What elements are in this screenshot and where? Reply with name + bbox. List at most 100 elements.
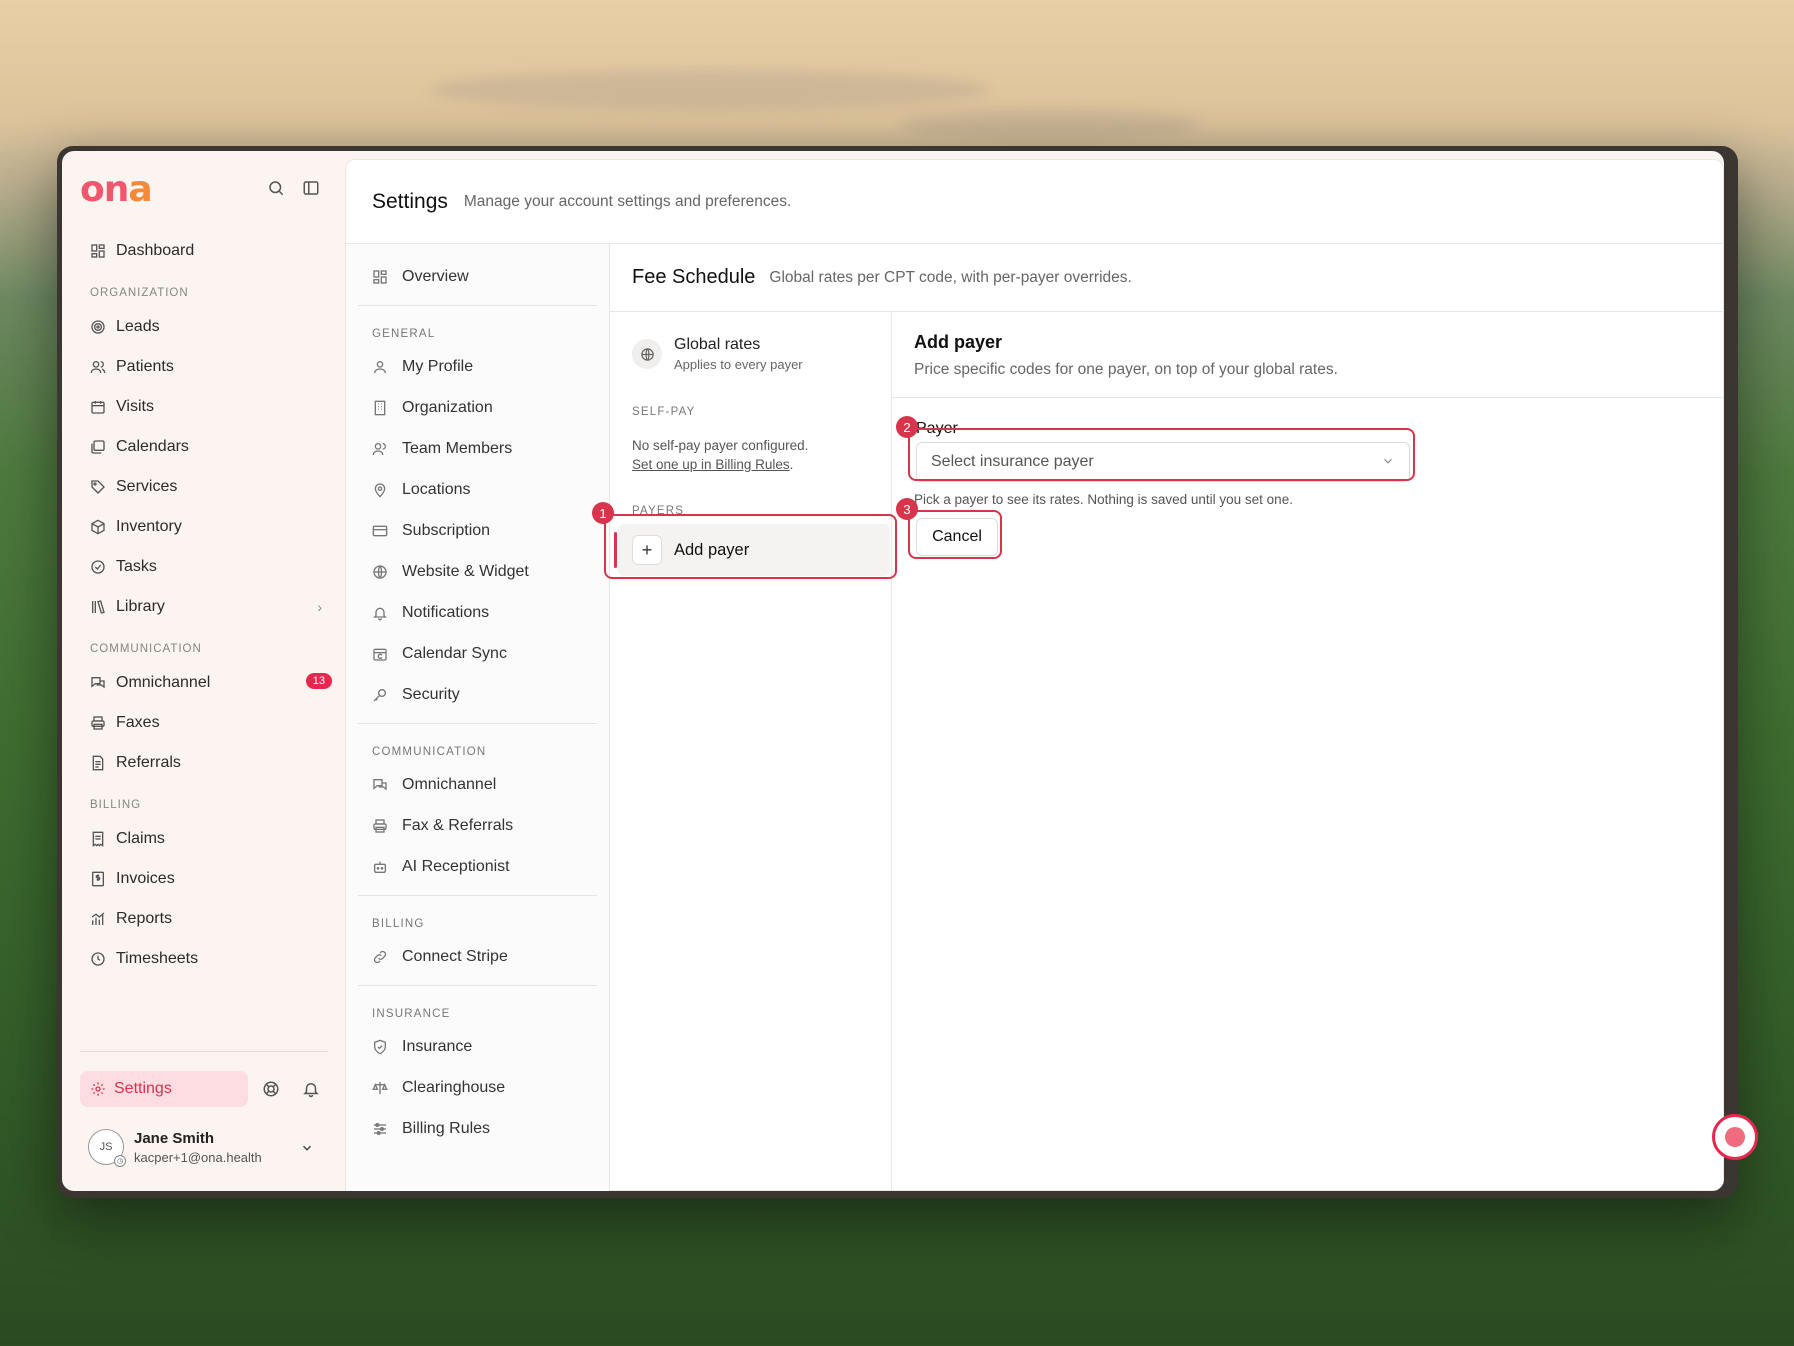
settings-nav-website-widget[interactable]: Website & Widget (346, 551, 609, 592)
sidebar-item-invoices[interactable]: Invoices (72, 859, 334, 899)
bell-icon[interactable] (302, 1080, 322, 1100)
global-rates-subtitle: Applies to every payer (674, 357, 803, 372)
sidebar-item-claims[interactable]: Claims (72, 819, 334, 859)
invoice-icon (90, 871, 106, 887)
sidebar-item-referrals[interactable]: Referrals (72, 743, 334, 783)
dashboard-icon (90, 243, 106, 259)
sliders-icon (372, 1121, 388, 1137)
cancel-button[interactable]: Cancel (916, 518, 998, 556)
payers-column: Global rates Applies to every payer SELF… (610, 312, 892, 1191)
search-icon[interactable] (267, 179, 287, 199)
sidebar-item-tasks[interactable]: Tasks (72, 547, 334, 587)
settings-nav-label: Fax & Referrals (402, 816, 514, 834)
building-icon (372, 400, 388, 416)
payer-select-placeholder: Select insurance payer (931, 453, 1094, 470)
calendar-icon (90, 399, 106, 415)
sidebar-item-label: Omnichannel (116, 674, 211, 691)
sidebar-item-label: Faxes (116, 714, 160, 731)
divider (80, 1051, 328, 1052)
sidebar-item-faxes[interactable]: Faxes (72, 703, 334, 743)
chat-icon (372, 777, 388, 793)
help-buoy-icon[interactable] (262, 1080, 282, 1100)
cloud (430, 70, 990, 110)
settings-nav-connect-stripe[interactable]: Connect Stripe (346, 936, 609, 977)
divider (358, 723, 597, 724)
settings-nav-notifications[interactable]: Notifications (346, 592, 609, 633)
global-rates-title: Global rates (674, 336, 761, 353)
sidebar-item-leads[interactable]: Leads (72, 307, 334, 347)
settings-nav-calendar-sync[interactable]: Calendar Sync (346, 633, 609, 674)
avatar: JS ◷ (88, 1129, 126, 1167)
settings-nav-label: Team Members (402, 439, 513, 457)
globe-icon (632, 339, 662, 369)
add-payer-header: Add payer Price specific codes for one p… (892, 312, 1724, 398)
main-nav: Dashboard ORGANIZATION Leads Patients Vi… (72, 231, 334, 979)
add-payer-detail: Add payer Price specific codes for one p… (892, 312, 1724, 1191)
global-rates-item[interactable]: Global rates Applies to every payer (632, 336, 803, 372)
settings-nav-label: Calendar Sync (402, 644, 507, 662)
plus-icon: + (632, 535, 662, 565)
settings-nav-organization[interactable]: Organization (346, 387, 609, 428)
sidebar-item-reports[interactable]: Reports (72, 899, 334, 939)
payer-select[interactable]: Select insurance payer (916, 442, 1410, 482)
sidebar-item-patients[interactable]: Patients (72, 347, 334, 387)
settings-nav-billing-rules[interactable]: Billing Rules (346, 1108, 609, 1149)
settings-section-title: GENERAL (372, 328, 436, 340)
sidebar-item-dashboard[interactable]: Dashboard (72, 231, 334, 271)
calendars-icon (90, 439, 106, 455)
tag-icon (90, 479, 106, 495)
gear-icon (90, 1081, 106, 1097)
sidebar-section-title: COMMUNICATION (90, 643, 202, 655)
self-pay-message: No self-pay payer configured. Set one up… (632, 436, 808, 474)
sidebar-item-library[interactable]: Library › (72, 587, 334, 627)
sidebar-item-settings[interactable]: Settings (80, 1071, 248, 1107)
billing-rules-link[interactable]: Set one up in Billing Rules (632, 457, 790, 472)
settings-nav-security[interactable]: Security (346, 674, 609, 715)
divider (358, 305, 597, 306)
chevron-down-icon[interactable] (300, 1141, 314, 1155)
users-icon (90, 359, 106, 375)
settings-nav-label: Organization (402, 398, 493, 416)
bot-icon (372, 859, 388, 875)
settings-nav-team-members[interactable]: Team Members (346, 428, 609, 469)
settings-nav-label: Insurance (402, 1037, 473, 1055)
app-window: ona Dashboard ORGANIZATION Leads Patient… (62, 151, 1724, 1191)
sidebar-item-omnichannel[interactable]: Omnichannel 13 (72, 663, 334, 703)
sidebar-item-timesheets[interactable]: Timesheets (72, 939, 334, 979)
settings-nav-subscription[interactable]: Subscription (346, 510, 609, 551)
payers-section-title: PAYERS (632, 505, 685, 517)
sidebar-item-label: Inventory (116, 518, 182, 535)
receipt-icon (90, 831, 106, 847)
printer-icon (90, 715, 106, 731)
sidebar-item-visits[interactable]: Visits (72, 387, 334, 427)
sidebar-section-title: ORGANIZATION (90, 287, 189, 299)
settings-nav-label: Locations (402, 480, 471, 498)
main-panel: Settings Manage your account settings an… (345, 159, 1724, 1191)
sidebar-item-label: Calendars (116, 438, 189, 455)
settings-nav-ai-receptionist[interactable]: AI Receptionist (346, 846, 609, 887)
sidebar-item-services[interactable]: Services (72, 467, 334, 507)
box-icon (90, 519, 106, 535)
fee-schedule-panel: Fee Schedule Global rates per CPT code, … (610, 244, 1724, 1191)
settings-nav-overview[interactable]: Overview (346, 256, 609, 297)
chat-launcher-button[interactable] (1712, 1114, 1758, 1160)
sidebar-toggle-icon[interactable] (302, 179, 322, 199)
sidebar-item-label: Timesheets (116, 950, 199, 967)
settings-nav-omnichannel[interactable]: Omnichannel (346, 764, 609, 805)
settings-section-title: INSURANCE (372, 1008, 451, 1020)
settings-nav-insurance[interactable]: Insurance (346, 1026, 609, 1067)
add-payer-button[interactable]: + Add payer (614, 524, 890, 576)
settings-nav-locations[interactable]: Locations (346, 469, 609, 510)
user-profile[interactable]: JS ◷ Jane Smith kacper+1@ona.health (88, 1129, 262, 1167)
globe-icon (372, 564, 388, 580)
settings-nav-clearinghouse[interactable]: Clearinghouse (346, 1067, 609, 1108)
sidebar-item-inventory[interactable]: Inventory (72, 507, 334, 547)
settings-nav-label: AI Receptionist (402, 857, 510, 875)
sidebar-item-calendars[interactable]: Calendars (72, 427, 334, 467)
settings-nav-label: Website & Widget (402, 562, 529, 580)
settings-nav-label: Billing Rules (402, 1119, 491, 1137)
settings-nav-my-profile[interactable]: My Profile (346, 346, 609, 387)
sidebar: ona Dashboard ORGANIZATION Leads Patient… (62, 151, 344, 1191)
settings-nav-fax-referrals[interactable]: Fax & Referrals (346, 805, 609, 846)
page-title: Settings (372, 189, 448, 213)
